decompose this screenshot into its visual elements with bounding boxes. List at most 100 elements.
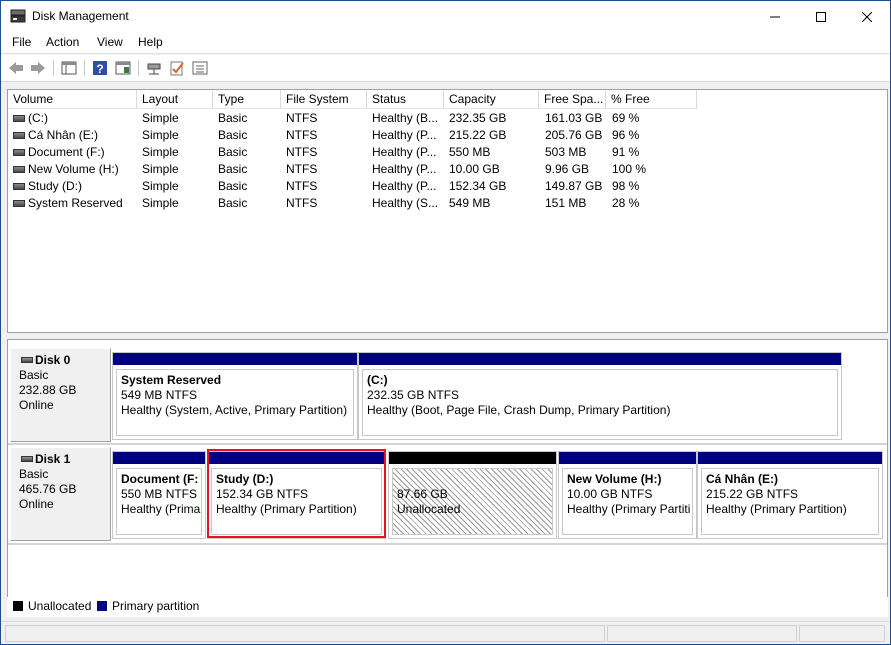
column-header-volume[interactable]: Volume bbox=[8, 90, 137, 109]
drive-icon bbox=[13, 166, 25, 173]
partition-name: Document (F: bbox=[121, 472, 199, 486]
table-cell-status: Healthy (P... bbox=[372, 162, 437, 176]
table-cell-pct: 100 % bbox=[612, 162, 647, 176]
table-row[interactable]: Cá Nhân (E:) Simple Basic NTFS Healthy (P...… bbox=[8, 127, 887, 144]
drive-icon bbox=[13, 183, 25, 190]
table-cell-volume: New Volume (H:) bbox=[28, 162, 119, 176]
table-cell-free: 9.96 GB bbox=[545, 162, 590, 176]
forward-arrow-icon[interactable] bbox=[29, 59, 47, 77]
partition-document[interactable]: Document (F: 550 MB NTFS Healthy (Prima bbox=[112, 451, 206, 539]
disk-icon bbox=[21, 456, 33, 462]
table-cell-type: Basic bbox=[218, 111, 248, 125]
partition-status: Healthy (Primary Partition) bbox=[216, 502, 357, 516]
disk-row: Disk 1 Basic 465.76 GB Online Document (… bbox=[8, 445, 887, 545]
table-cell-capacity: 10.00 GB bbox=[449, 162, 500, 176]
partition-unallocated[interactable]: 87.66 GB Unallocated bbox=[388, 451, 557, 539]
table-cell-status: Healthy (S... bbox=[372, 196, 439, 210]
table-cell-type: Basic bbox=[218, 145, 248, 159]
table-cell-layout: Simple bbox=[142, 128, 179, 142]
title-bar[interactable]: Disk Management bbox=[1, 1, 890, 32]
table-row[interactable]: Study (D:) Simple Basic NTFS Healthy (P... 15… bbox=[8, 178, 887, 195]
partition-status: Healthy (Boot, Page File, Crash Dump, Pr… bbox=[367, 403, 671, 417]
partition-status: Healthy (Prima bbox=[121, 502, 201, 516]
table-row[interactable]: (C:) Simple Basic NTFS Healthy (B... 232.35 G… bbox=[8, 110, 887, 127]
table-cell-capacity: 215.22 GB bbox=[449, 128, 507, 142]
close-icon bbox=[861, 11, 873, 23]
column-header-layout[interactable]: Layout bbox=[137, 90, 213, 109]
close-button[interactable] bbox=[844, 1, 890, 32]
partition-study[interactable]: Study (D:) 152.34 GB NTFS Healthy (Prima… bbox=[207, 451, 386, 539]
partition-c[interactable]: (C:) 232.35 GB NTFS Healthy (Boot, Page … bbox=[358, 352, 842, 440]
column-header-percent-free[interactable]: % Free bbox=[606, 90, 697, 109]
table-cell-layout: Simple bbox=[142, 179, 179, 193]
partition-size: 152.34 GB NTFS bbox=[216, 487, 309, 501]
maximize-button[interactable] bbox=[798, 1, 844, 32]
table-cell-status: Healthy (B... bbox=[372, 111, 439, 125]
table-cell-fs: NTFS bbox=[286, 179, 318, 193]
table-row[interactable]: Document (F:) Simple Basic NTFS Healthy (P..… bbox=[8, 144, 887, 161]
partition-system-reserved[interactable]: System Reserved 549 MB NTFS Healthy (Sys… bbox=[112, 352, 358, 440]
check-icon[interactable] bbox=[168, 59, 186, 77]
connect-icon[interactable] bbox=[145, 59, 163, 77]
table-cell-layout: Simple bbox=[142, 145, 179, 159]
status-segment bbox=[799, 625, 885, 642]
partition-name: Cá Nhân (E:) bbox=[706, 472, 778, 486]
table-cell-type: Basic bbox=[218, 162, 248, 176]
menu-bar: File Action View Help bbox=[1, 32, 890, 54]
partition-name: (C:) bbox=[367, 373, 388, 387]
svg-text:?: ? bbox=[96, 62, 103, 76]
column-header-file-system[interactable]: File System bbox=[281, 90, 367, 109]
partition-status: Healthy (Primary Partiti bbox=[567, 502, 691, 516]
disk-label[interactable]: Disk 1 Basic 465.76 GB Online bbox=[10, 447, 111, 541]
partition-size: 87.66 GB bbox=[397, 487, 448, 501]
table-cell-status: Healthy (P... bbox=[372, 145, 437, 159]
column-header-status[interactable]: Status bbox=[367, 90, 444, 109]
drive-icon bbox=[13, 149, 25, 156]
table-cell-status: Healthy (P... bbox=[372, 179, 437, 193]
maximize-icon bbox=[816, 11, 826, 22]
table-row[interactable]: New Volume (H:) Simple Basic NTFS Healthy (P… bbox=[8, 161, 887, 178]
console-tree-icon[interactable] bbox=[60, 59, 78, 77]
partition-ca-nhan[interactable]: Cá Nhân (E:) 215.22 GB NTFS Healthy (Pri… bbox=[697, 451, 883, 539]
table-cell-free: 161.03 GB bbox=[545, 111, 603, 125]
table-cell-pct: 28 % bbox=[612, 196, 640, 210]
table-cell-layout: Simple bbox=[142, 111, 179, 125]
menu-file[interactable]: File bbox=[12, 35, 31, 49]
column-header-capacity[interactable]: Capacity bbox=[444, 90, 539, 109]
table-cell-capacity: 152.34 GB bbox=[449, 179, 507, 193]
status-bar bbox=[1, 621, 890, 644]
table-cell-pct: 98 % bbox=[612, 179, 640, 193]
partition-status: Unallocated bbox=[397, 502, 461, 516]
table-row[interactable]: System Reserved Simple Basic NTFS Healthy (S… bbox=[8, 195, 887, 212]
help-icon[interactable]: ? bbox=[91, 59, 109, 77]
partition-name: System Reserved bbox=[121, 373, 222, 387]
table-cell-volume: (C:) bbox=[28, 111, 48, 125]
properties-icon[interactable] bbox=[114, 59, 132, 77]
disk-label[interactable]: Disk 0 Basic 232.88 GB Online bbox=[10, 348, 111, 442]
column-header-free-space[interactable]: Free Spa... bbox=[539, 90, 606, 109]
partition-size: 549 MB NTFS bbox=[121, 388, 198, 402]
disk-type: Basic bbox=[19, 368, 49, 382]
table-cell-free: 149.87 GB bbox=[545, 179, 603, 193]
table-cell-volume: Document (F:) bbox=[28, 145, 105, 159]
table-cell-type: Basic bbox=[218, 179, 248, 193]
disk-type: Basic bbox=[19, 467, 49, 481]
minimize-button[interactable] bbox=[752, 1, 798, 32]
disk-management-app-icon bbox=[10, 9, 26, 23]
drive-icon bbox=[13, 115, 25, 122]
menu-view[interactable]: View bbox=[97, 35, 123, 49]
back-arrow-icon[interactable] bbox=[7, 59, 25, 77]
partition-name bbox=[397, 472, 552, 487]
menu-help[interactable]: Help bbox=[138, 35, 163, 49]
partition-new-volume[interactable]: New Volume (H:) 10.00 GB NTFS Healthy (P… bbox=[558, 451, 697, 539]
disk-icon bbox=[21, 357, 33, 363]
list-icon[interactable] bbox=[191, 59, 209, 77]
table-cell-fs: NTFS bbox=[286, 196, 318, 210]
table-cell-capacity: 550 MB bbox=[449, 145, 491, 159]
disk-name: Disk 0 bbox=[35, 353, 71, 367]
column-header-type[interactable]: Type bbox=[213, 90, 281, 109]
menu-action[interactable]: Action bbox=[46, 35, 79, 49]
table-cell-free: 503 MB bbox=[545, 145, 587, 159]
partition-name: New Volume (H:) bbox=[567, 472, 662, 486]
partition-size: 10.00 GB NTFS bbox=[567, 487, 653, 501]
